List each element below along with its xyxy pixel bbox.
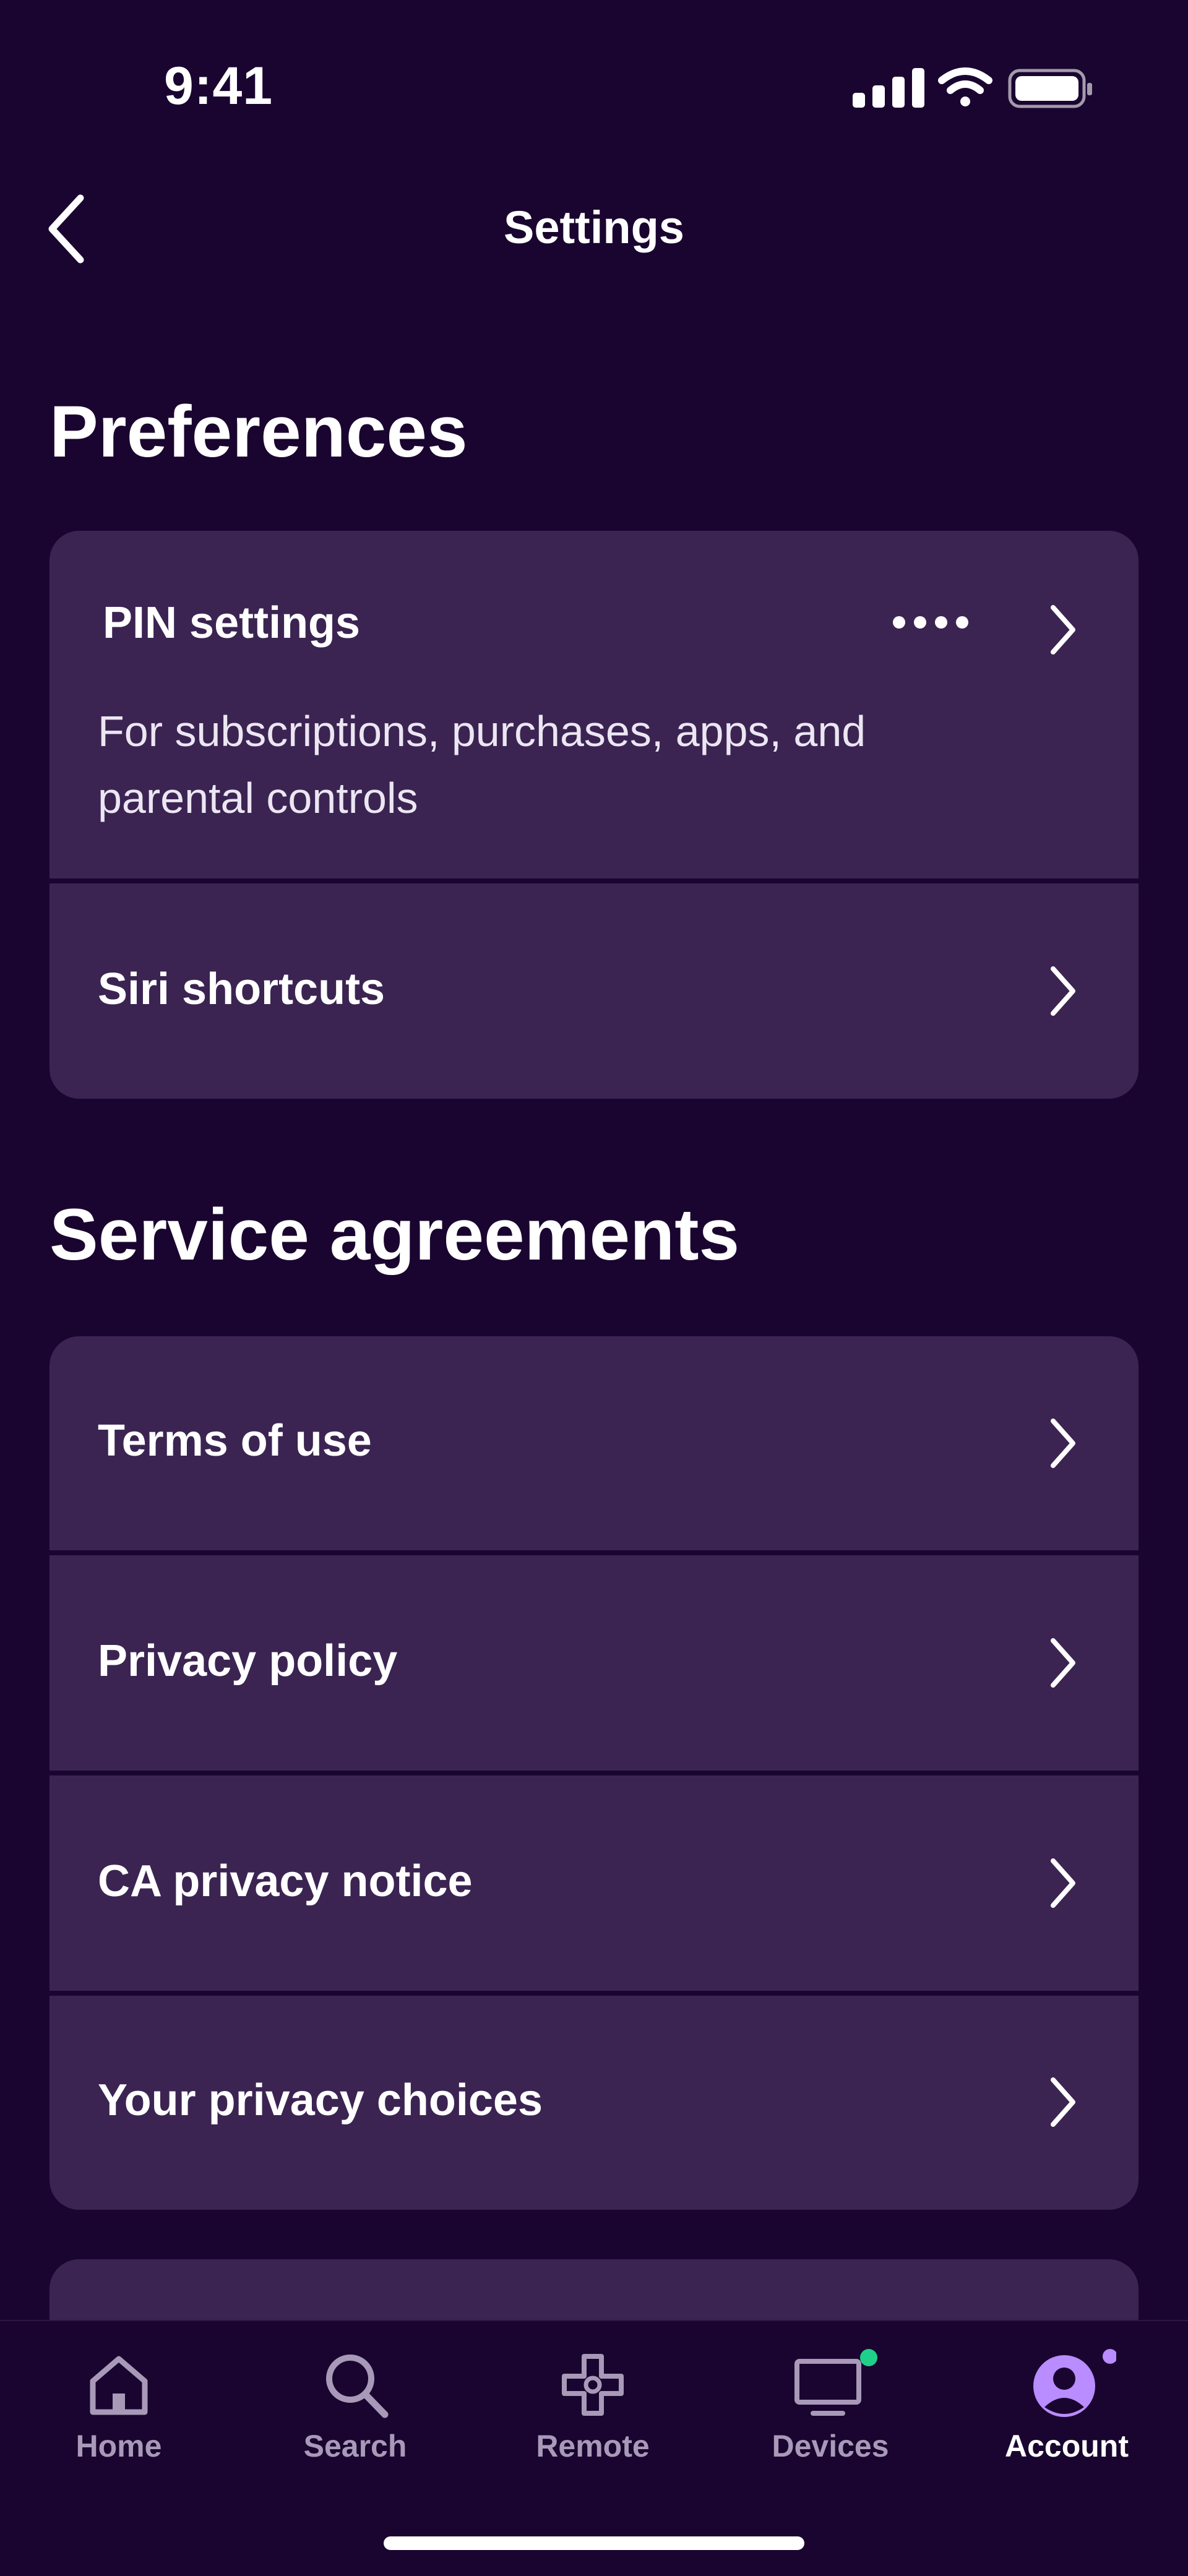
divider (50, 878, 1138, 883)
tab-devices[interactable]: Devices (738, 2348, 923, 2464)
ca-privacy-notice-label: CA privacy notice (98, 1857, 473, 1906)
service-agreements-heading: Service agreements (50, 1194, 740, 1276)
account-icon (1033, 2349, 1116, 2417)
siri-shortcuts-label: Siri shortcuts (98, 964, 385, 1014)
tab-remote-label: Remote (536, 2429, 650, 2463)
pin-settings-row[interactable]: PIN settings For subscriptions, purchase… (50, 531, 1138, 878)
page-title: Settings (504, 202, 684, 253)
status-time: 9:41 (164, 56, 273, 116)
terms-of-use-row[interactable]: Terms of use (50, 1336, 1138, 1550)
battery-icon (1008, 69, 1092, 108)
divider (50, 1771, 1138, 1775)
tab-home-label: Home (75, 2429, 162, 2463)
tab-account[interactable]: Account (974, 2348, 1160, 2464)
terms-of-use-label: Terms of use (98, 1416, 372, 1466)
pin-dots-icon (893, 616, 968, 629)
remote-icon (562, 2354, 624, 2416)
chevron-right-icon (1051, 2077, 1075, 2127)
chevron-right-icon (1051, 1858, 1075, 1908)
your-privacy-choices-row[interactable]: Your privacy choices (50, 1996, 1138, 2210)
devices-badge (860, 2349, 877, 2366)
pin-settings-description: For subscriptions, purchases, apps, and … (98, 707, 866, 822)
ca-privacy-notice-row[interactable]: CA privacy notice (50, 1775, 1138, 1991)
tab-search-label: Search (303, 2429, 407, 2463)
tab-account-label: Account (1005, 2429, 1129, 2463)
tab-search[interactable]: Search (262, 2348, 448, 2464)
tv-icon (794, 2349, 877, 2416)
privacy-policy-row[interactable]: Privacy policy (50, 1555, 1138, 1771)
preferences-heading: Preferences (50, 391, 468, 473)
preferences-card: PIN settings For subscriptions, purchase… (50, 531, 1138, 1099)
divider (50, 1991, 1138, 1996)
chevron-right-icon (1051, 605, 1075, 655)
siri-shortcuts-row[interactable]: Siri shortcuts (50, 883, 1138, 1099)
divider (50, 1550, 1138, 1555)
tab-home[interactable]: Home (26, 2348, 212, 2464)
home-indicator (384, 2536, 804, 2550)
status-icons (848, 62, 1095, 111)
tab-remote[interactable]: Remote (500, 2348, 686, 2464)
chevron-right-icon (1051, 1419, 1075, 1468)
wifi-icon (938, 67, 992, 106)
privacy-policy-label: Privacy policy (98, 1636, 398, 1686)
chevron-right-icon (1051, 1638, 1075, 1688)
cellular-signal-icon (853, 68, 924, 108)
home-icon (90, 2356, 148, 2415)
pin-settings-label: PIN settings (103, 598, 361, 648)
chevron-right-icon (1051, 966, 1075, 1016)
tab-devices-label: Devices (772, 2429, 889, 2463)
service-agreements-card: Terms of use Privacy policy CA privacy n… (50, 1336, 1138, 2210)
account-badge (1103, 2349, 1116, 2364)
your-privacy-choices-label: Your privacy choices (98, 2076, 543, 2125)
search-icon (326, 2355, 389, 2418)
